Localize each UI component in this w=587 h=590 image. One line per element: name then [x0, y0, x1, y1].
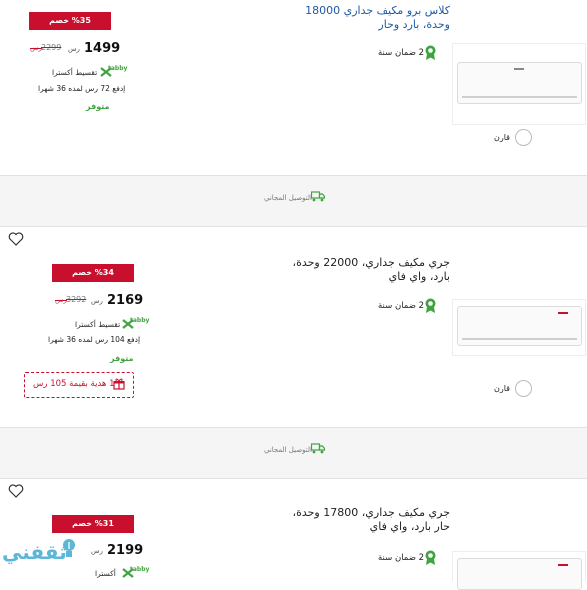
product-image[interactable] [452, 551, 586, 590]
monthly-installment: إدفع 104 رس لمده 36 شهرا [48, 335, 141, 344]
product-title[interactable]: كلاس برو مكيف جداري 18000 وحدة، بارد وحا… [280, 4, 450, 32]
wishlist-heart-icon[interactable] [8, 484, 24, 498]
warranty-text: 2 ضمان سنة [378, 553, 425, 563]
product-image[interactable] [452, 299, 586, 356]
gift-offer[interactable]: 1 هدية بقيمة 105 رس [24, 372, 134, 398]
discount-badge: %34 خصم [52, 264, 134, 282]
lightbulb-icon [63, 539, 75, 557]
price: 1499 [84, 41, 121, 56]
tabby-logo: tabby [130, 317, 150, 324]
warranty-medal-icon [425, 298, 436, 313]
monthly-installment: إدفع 72 رس لمده 36 شهرا [38, 84, 126, 93]
discount-badge: %35 خصم [29, 12, 111, 30]
product-title-line1: جري مكيف جداري، 22000 وحدة، [292, 256, 450, 269]
availability: متوفر [110, 354, 134, 363]
availability: متوفر [86, 102, 110, 111]
product-title-line2: بارد، واي فاي [388, 270, 450, 283]
warranty-medal-icon [425, 550, 436, 565]
warranty-text: 2 ضمان سنة [378, 301, 425, 311]
free-delivery-label: التوصيل المجاني [264, 446, 312, 454]
compare-checkbox[interactable] [515, 380, 532, 397]
old-price: 3292 [66, 295, 87, 304]
product-title[interactable]: جري مكيف جداري، 17800 وحدة، حار بارد، وا… [290, 506, 450, 534]
ac-unit-image [457, 558, 582, 590]
tabby-logo: tabby [130, 566, 150, 573]
gift-offer-text: 1 هدية بقيمة 105 رس [33, 379, 115, 389]
old-price: 2299 [41, 43, 62, 52]
product-card-3: جري مكيف جداري، 17800 وحدة، حار بارد، وا… [0, 479, 587, 590]
old-price-currency: رس [30, 44, 42, 52]
delivery-truck-icon [311, 191, 325, 202]
free-delivery-bar: التوصيل المجاني [0, 427, 587, 479]
watermark: ثقفني [0, 530, 80, 580]
free-delivery-label: التوصيل المجاني [264, 194, 312, 202]
tabby-logo: tabby [108, 65, 128, 72]
old-price-currency: رس [55, 296, 67, 304]
warranty-text: 2 ضمان سنة [378, 48, 425, 58]
installment-brand: أكسترا [95, 569, 116, 578]
product-title-line2: وحدة، بارد وحار [378, 18, 450, 31]
price-currency: رس [91, 547, 103, 555]
price: 2169 [107, 293, 144, 308]
installment-brand: تقسيط أكسترا [52, 68, 98, 77]
price-currency: رس [68, 45, 80, 53]
product-title-line1: جري مكيف جداري، 17800 وحدة، [292, 506, 450, 519]
ac-unit-image [457, 62, 582, 104]
ac-unit-image [457, 306, 582, 346]
compare-checkbox[interactable] [515, 129, 532, 146]
delivery-truck-icon [311, 443, 325, 454]
product-title-line2: حار بارد، واي فاي [369, 520, 450, 533]
price: 2199 [107, 543, 144, 558]
product-card-1: كلاس برو مكيف جداري 18000 وحدة، بارد وحا… [0, 0, 587, 175]
wishlist-heart-icon[interactable] [8, 232, 24, 246]
product-card-2: جري مكيف جداري، 22000 وحدة، بارد، واي فا… [0, 227, 587, 427]
product-title[interactable]: جري مكيف جداري، 22000 وحدة، بارد، واي فا… [290, 256, 450, 284]
watermark-text: ثقفني [2, 540, 67, 564]
warranty-medal-icon [425, 45, 436, 60]
gift-icon [113, 378, 125, 390]
product-title-line1: كلاس برو مكيف جداري 18000 [305, 4, 450, 17]
product-image[interactable] [452, 43, 586, 125]
compare-label: قارن [494, 133, 510, 142]
free-delivery-bar: التوصيل المجاني [0, 175, 587, 227]
installment-brand: تقسيط أكسترا [75, 320, 121, 329]
compare-label: قارن [494, 384, 510, 393]
price-currency: رس [91, 297, 103, 305]
